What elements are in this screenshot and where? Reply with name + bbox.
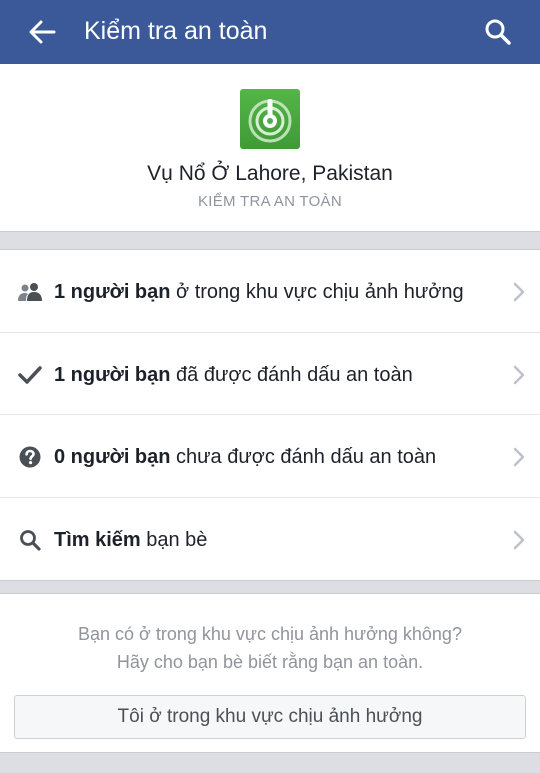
- row-count: 1 người bạn: [54, 363, 171, 386]
- list-item-marked-safe[interactable]: 1 người bạn đã được đánh dấu an toàn: [0, 333, 540, 415]
- row-label: bạn bè: [140, 528, 208, 551]
- checkmark-icon: [17, 362, 43, 388]
- row-label: ở trong khu vực chịu ảnh hưởng: [170, 281, 464, 303]
- search-icon: [485, 19, 511, 45]
- app-header: Kiểm tra an toàn: [0, 0, 540, 64]
- prompt-text: Bạn có ở trong khu vực chịu ảnh hưởng kh…: [0, 620, 540, 676]
- prompt-instruction: Hãy cho bạn bè biết rằng bạn an toàn.: [116, 652, 424, 672]
- list-item-not-marked[interactable]: 0 người bạn chưa được đánh dấu an toàn: [0, 415, 540, 498]
- row-action: Tìm kiếm: [54, 528, 141, 551]
- arrow-left-icon: [29, 20, 56, 44]
- question-icon: [17, 444, 43, 470]
- row-label: đã được đánh dấu an toàn: [170, 363, 413, 386]
- event-name: Vụ Nổ Ở Lahore, Pakistan: [147, 162, 393, 185]
- chevron-right-icon: [513, 530, 525, 549]
- list-item-affected-friends[interactable]: 1 người bạn ở trong khu vực chịu ảnh hưở…: [0, 250, 540, 333]
- chevron-right-icon: [513, 282, 525, 302]
- list-item-search-friends[interactable]: Tìm kiếm bạn bè: [0, 498, 540, 581]
- safety-check-alert-icon: [240, 89, 300, 149]
- in-affected-area-button[interactable]: Tôi ở trong khu vực chịu ảnh hưởng: [14, 695, 526, 739]
- event-subtitle: KIỂM TRA AN TOÀN: [197, 193, 342, 210]
- row-label: chưa được đánh dấu an toàn: [170, 446, 437, 468]
- back-button[interactable]: [22, 14, 62, 50]
- chevron-right-icon: [513, 365, 525, 384]
- search-icon: [17, 527, 43, 553]
- search-button[interactable]: [478, 12, 518, 52]
- safety-prompt-card: Bạn có ở trong khu vực chịu ảnh hưởng kh…: [0, 593, 540, 753]
- chevron-right-icon: [513, 447, 525, 467]
- row-count: 0 người bạn: [54, 446, 171, 468]
- page-title: Kiểm tra an toàn: [84, 17, 268, 45]
- event-card: Vụ Nổ Ở Lahore, Pakistan KIỂM TRA AN TOÀ…: [0, 64, 540, 232]
- prompt-question: Bạn có ở trong khu vực chịu ảnh hưởng kh…: [78, 624, 462, 644]
- row-count: 1 người bạn: [54, 281, 171, 303]
- friends-status-list: 1 người bạn ở trong khu vực chịu ảnh hưở…: [0, 249, 540, 581]
- friends-icon: [17, 279, 43, 305]
